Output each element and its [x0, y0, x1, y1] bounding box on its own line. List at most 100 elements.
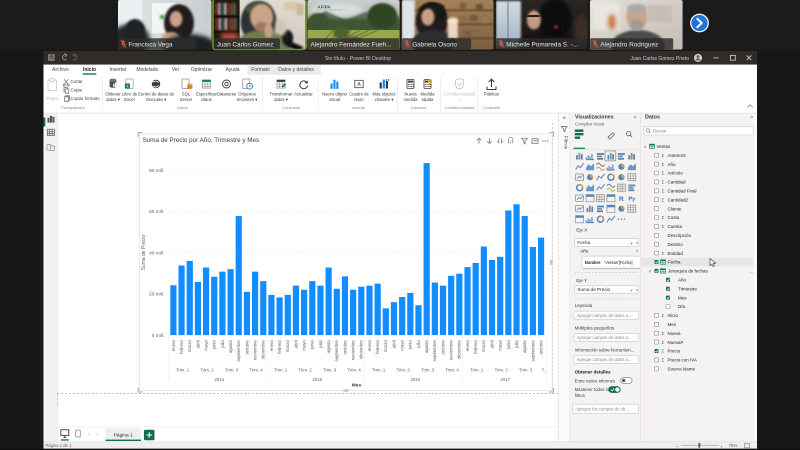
- svg-text:enero: enero: [367, 340, 372, 352]
- svg-text:Trim. 3: Trim. 3: [519, 367, 533, 372]
- svg-text:julio: julio: [416, 340, 421, 349]
- svg-text:Año: Año: [580, 248, 589, 253]
- svg-text:febrero: febrero: [375, 340, 380, 354]
- svg-text:Excel: Excel: [124, 97, 134, 102]
- svg-text:Trim. 1: Trim. 1: [274, 367, 288, 372]
- svg-text:Nombre: Nombre: [585, 260, 601, 265]
- svg-text:marzo: marzo: [481, 340, 486, 353]
- svg-text:Mes: Mes: [678, 295, 687, 300]
- svg-text:Server: Server: [180, 97, 193, 102]
- svg-text:Trim. 1: Trim. 1: [372, 367, 386, 372]
- svg-text:Día: Día: [678, 304, 686, 309]
- svg-text:Dataverse: Dataverse: [217, 92, 237, 97]
- svg-text:Σ: Σ: [662, 189, 665, 194]
- svg-text:Compilar visual: Compilar visual: [575, 122, 604, 127]
- svg-text:octubre: octubre: [440, 340, 445, 355]
- svg-text:Filtros: Filtros: [563, 136, 569, 150]
- svg-text:Actualizar: Actualizar: [294, 92, 313, 97]
- svg-text:Trim. 2: Trim. 2: [495, 367, 509, 372]
- svg-text:datos ▾: datos ▾: [274, 97, 288, 102]
- svg-text:Trim. 2: Trim. 2: [397, 367, 411, 372]
- svg-text:Alejandro Fernández Fueh...: Alejandro Fernández Fueh...: [311, 41, 392, 48]
- svg-text:Σ: Σ: [662, 340, 665, 345]
- svg-text:Σ: Σ: [662, 197, 665, 202]
- svg-text:Archivo: Archivo: [52, 67, 69, 73]
- svg-text:junio: junio: [212, 340, 217, 351]
- svg-text:∨: ∨: [644, 144, 647, 149]
- svg-text:Compartir: Compartir: [483, 105, 501, 110]
- svg-text:abril: abril: [195, 340, 200, 348]
- svg-text:Suma de Precio por Año, Trimes: Suma de Precio por Año, Trimestre y Mes: [143, 137, 260, 144]
- svg-text:Eje Y: Eje Y: [576, 278, 587, 283]
- svg-text:Σ: Σ: [662, 180, 665, 185]
- svg-text:mayo: mayo: [302, 340, 307, 351]
- svg-text:Σ: Σ: [662, 153, 665, 158]
- svg-text:Copiar formato: Copiar formato: [71, 96, 101, 101]
- svg-text:Cliente: Cliente: [668, 206, 683, 211]
- svg-text:Entidad: Entidad: [668, 251, 684, 256]
- svg-text:Optimizar: Optimizar: [191, 67, 213, 73]
- svg-text:noviembre: noviembre: [449, 340, 454, 361]
- svg-text:2017: 2017: [501, 377, 511, 382]
- svg-text:Ver: Ver: [172, 67, 180, 73]
- svg-text:agosto: agosto: [326, 340, 331, 354]
- svg-text:Consultas: Consultas: [282, 105, 300, 110]
- svg-text:recientes ▾: recientes ▾: [237, 97, 258, 102]
- svg-text:Ayuda: Ayuda: [225, 67, 239, 73]
- svg-text:junio: junio: [506, 340, 511, 351]
- svg-text:R: R: [619, 196, 624, 203]
- svg-text:Precio: Precio: [668, 349, 681, 354]
- svg-text:Trimestre: Trimestre: [678, 286, 697, 291]
- svg-text:Trim. 3: Trim. 3: [421, 367, 435, 372]
- svg-text:Año: Año: [668, 162, 677, 167]
- svg-text:julio: julio: [514, 340, 519, 349]
- svg-text:Cantidad Final: Cantidad Final: [668, 189, 697, 194]
- svg-text:Confidencialidad: Confidencialidad: [445, 105, 475, 110]
- svg-text:∨: ∨: [649, 269, 652, 274]
- svg-text:Trim. 1: Trim. 1: [176, 367, 190, 372]
- svg-text:marzo: marzo: [383, 340, 388, 353]
- svg-text:junio: junio: [408, 340, 413, 351]
- svg-text:marzo: marzo: [285, 340, 290, 353]
- svg-text:Michelle Pomareda S. -...: Michelle Pomareda S. -...: [506, 41, 578, 48]
- svg-text:AFIPA: AFIPA: [317, 5, 331, 10]
- svg-text:octubre: octubre: [342, 340, 347, 355]
- svg-text:agosto: agosto: [522, 340, 527, 354]
- svg-text:diciembre: diciembre: [261, 340, 266, 359]
- svg-text:Fecha: Fecha: [577, 240, 590, 245]
- svg-text:noviembre: noviembre: [253, 340, 258, 361]
- svg-text:noviembre: noviembre: [351, 340, 356, 361]
- svg-text:junio: junio: [310, 340, 315, 351]
- svg-text:Año: Año: [678, 278, 687, 283]
- svg-text:Entre varios informes: Entre varios informes: [575, 379, 616, 384]
- svg-text:Múltiples pequeños: Múltiples pequeños: [575, 325, 615, 330]
- svg-text:julio: julio: [220, 340, 225, 349]
- svg-text:enero: enero: [465, 340, 470, 352]
- svg-text:abril: abril: [391, 340, 396, 348]
- svg-text:Visualizaciones: Visualizaciones: [575, 114, 614, 120]
- svg-text:Pegar: Pegar: [46, 96, 58, 101]
- svg-text:abril: abril: [489, 340, 494, 348]
- svg-text:80 mill.: 80 mill.: [149, 168, 164, 174]
- svg-text:Anterior2: Anterior2: [668, 153, 687, 158]
- svg-text:Nueva: Nueva: [668, 331, 682, 336]
- svg-text:Página 1 de 1: Página 1 de 1: [46, 443, 73, 448]
- svg-text:agosto: agosto: [424, 340, 429, 354]
- svg-text:40 mill.: 40 mill.: [149, 250, 164, 256]
- svg-text:septiembre: septiembre: [334, 340, 339, 362]
- svg-text:Gabriela Osorio: Gabriela Osorio: [412, 41, 457, 48]
- svg-text:febrero: febrero: [277, 340, 282, 354]
- svg-text:Σ: Σ: [662, 251, 665, 256]
- svg-text:Suma de Precio: Suma de Precio: [141, 235, 147, 271]
- svg-text:Fecha: Fecha: [668, 260, 681, 265]
- svg-text:Nueva#: Nueva#: [668, 340, 684, 345]
- svg-text:Descripción: Descripción: [668, 233, 692, 238]
- svg-text:Source.Name: Source.Name: [668, 367, 696, 372]
- svg-text:Obtener detalles: Obtener detalles: [575, 370, 611, 375]
- svg-text:Insertar: Insertar: [110, 67, 127, 73]
- svg-text:julio: julio: [318, 340, 323, 349]
- svg-text:Trim. 1: Trim. 1: [470, 367, 484, 372]
- svg-text:rápida: rápida: [422, 97, 434, 102]
- svg-text:Trim. 2: Trim. 2: [200, 367, 214, 372]
- svg-text:Agregue los campos de ob...: Agregue los campos de ob...: [575, 407, 628, 412]
